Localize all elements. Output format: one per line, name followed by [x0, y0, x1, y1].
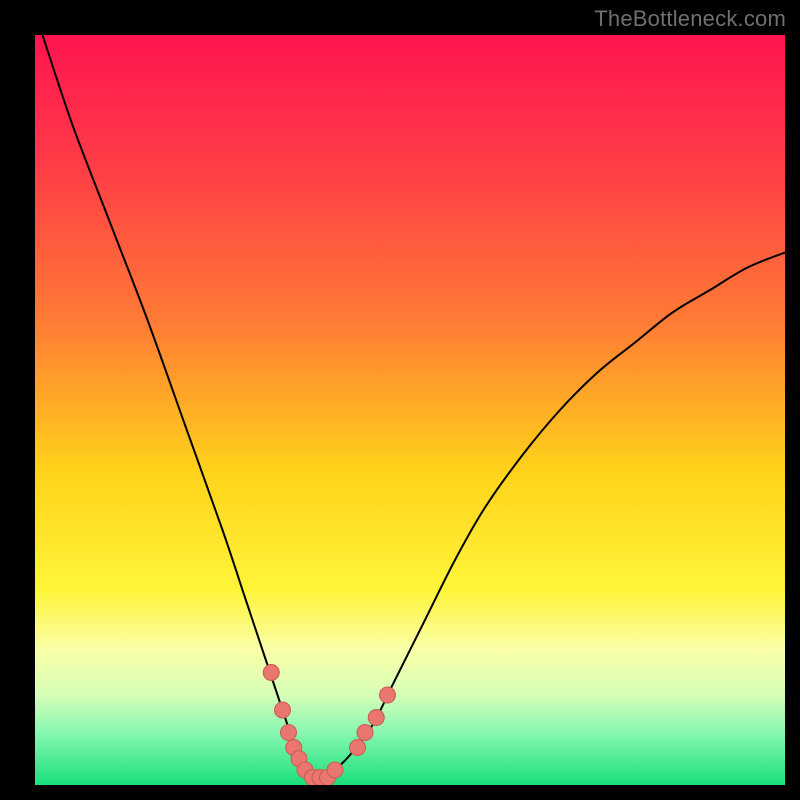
- plot-area: [35, 35, 785, 785]
- data-point: [275, 702, 291, 718]
- data-point: [327, 762, 343, 778]
- data-point: [357, 725, 373, 741]
- data-point: [368, 710, 384, 726]
- outer-frame: TheBottleneck.com: [0, 0, 800, 800]
- bottleneck-curve: [43, 35, 786, 778]
- watermark-text: TheBottleneck.com: [594, 6, 786, 32]
- data-point: [263, 665, 279, 681]
- chart-svg: [35, 35, 785, 785]
- data-point: [350, 740, 366, 756]
- data-point: [281, 725, 297, 741]
- highlight-points: [263, 665, 395, 786]
- data-point: [380, 687, 396, 703]
